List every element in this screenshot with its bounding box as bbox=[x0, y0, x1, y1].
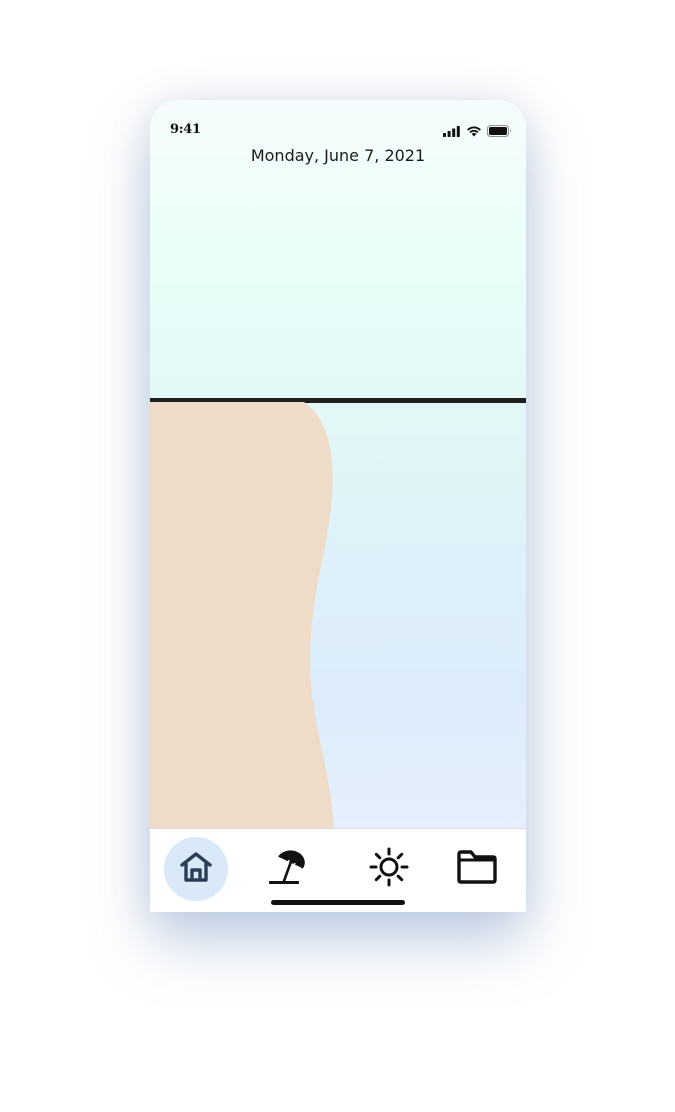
beach-umbrella-icon bbox=[267, 848, 305, 890]
status-bar: 9:41 bbox=[150, 100, 526, 144]
sand-shoreline bbox=[150, 402, 334, 830]
battery-icon bbox=[487, 122, 512, 141]
bottom-nav-bar bbox=[150, 828, 526, 912]
nav-home-button[interactable] bbox=[164, 837, 228, 901]
phone-screen: 9:41 Monday, June 7, 2021 bbox=[150, 100, 526, 912]
nav-files-button[interactable] bbox=[445, 837, 509, 901]
nav-beach-button[interactable] bbox=[254, 837, 318, 901]
nav-weather-button[interactable] bbox=[357, 837, 421, 901]
folder-icon bbox=[456, 849, 498, 889]
status-icons bbox=[443, 122, 512, 141]
date-label: Monday, June 7, 2021 bbox=[250, 146, 426, 165]
home-icon bbox=[178, 850, 214, 888]
wifi-icon bbox=[466, 122, 482, 141]
sun-icon bbox=[369, 847, 409, 891]
cellular-signal-icon bbox=[443, 122, 461, 141]
status-time: 9:41 bbox=[170, 122, 201, 137]
home-indicator[interactable] bbox=[271, 900, 405, 905]
